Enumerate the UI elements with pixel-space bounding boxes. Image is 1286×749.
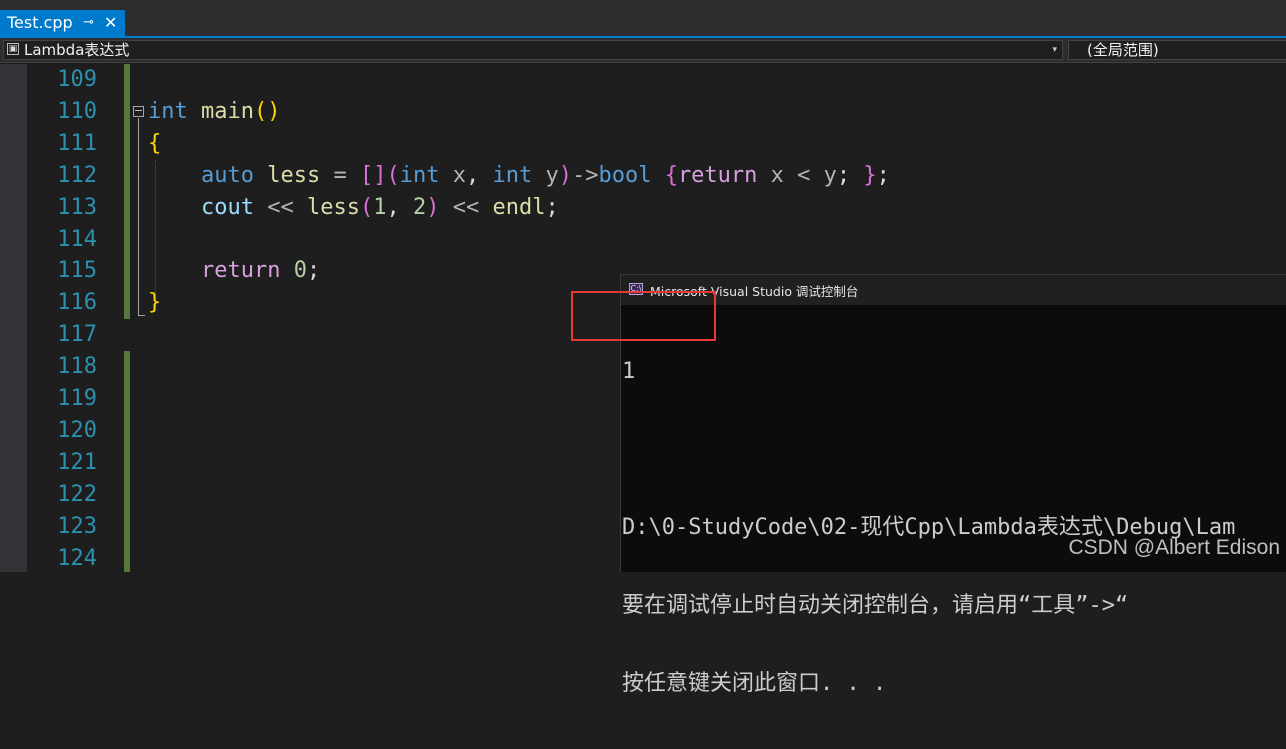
function-token: less [306, 195, 360, 220]
paren-token: ) [558, 163, 572, 188]
console-line: 要在调试停止时自动关闭控制台，请启用“工具”->“ [622, 593, 1129, 618]
console-titlebar[interactable]: C:\ Microsoft Visual Studio 调试控制台 [621, 275, 1286, 305]
line-number: 109 [57, 67, 97, 92]
tab-title: Test.cpp [7, 13, 73, 32]
keyword-token: int [399, 163, 440, 188]
pin-icon[interactable]: ⊸ [83, 10, 94, 36]
line-number: 111 [57, 131, 97, 156]
punct-token: , [386, 195, 400, 220]
control-token: return [677, 163, 758, 188]
project-scope-dropdown[interactable]: ▣ Lambda表达式 ▾ [3, 40, 1063, 60]
line-number: 115 [57, 258, 97, 283]
line-number: 121 [57, 450, 97, 475]
param-token: y [823, 163, 837, 188]
console-line: 1 [622, 359, 636, 384]
param-token: x [452, 163, 466, 188]
line-number: 116 [57, 290, 97, 315]
line-number: 123 [57, 514, 97, 539]
console-line: 按任意键关闭此窗口. . . [622, 671, 887, 696]
code-line-115[interactable]: return 0; [148, 255, 320, 287]
line-number: 114 [57, 227, 97, 252]
navigation-bar: ▣ Lambda表达式 ▾ (全局范围) [0, 38, 1286, 63]
paren-token: ( [359, 195, 374, 220]
punct-token: ; [836, 163, 851, 188]
param-token: x [770, 163, 784, 188]
code-line-111[interactable]: { [148, 128, 161, 160]
number-token: 2 [412, 195, 427, 220]
code-line-110[interactable]: int main() [148, 96, 280, 128]
number-token: 1 [373, 195, 387, 220]
line-number: 110 [57, 99, 97, 124]
control-token: return [200, 258, 281, 283]
line-number: 118 [57, 354, 97, 379]
debug-console-window[interactable]: C:\ Microsoft Visual Studio 调试控制台 1 D:\0… [620, 274, 1286, 696]
param-token: y [545, 163, 559, 188]
code-line-116[interactable]: } [148, 287, 161, 319]
brace-token: { [664, 163, 678, 188]
close-icon[interactable]: ✕ [104, 10, 117, 36]
function-token: endl [492, 195, 546, 220]
annotation-highlight-box [571, 291, 716, 341]
line-number: 119 [57, 386, 97, 411]
global-scope-dropdown[interactable]: (全局范围) [1068, 40, 1286, 60]
code-line-112[interactable]: auto less = [](int x, int y)->bool {retu… [148, 160, 890, 192]
line-number: 112 [57, 163, 97, 188]
keyword-token: bool [598, 163, 652, 188]
paren-token: ) [267, 99, 281, 124]
paren-token: ( [386, 163, 400, 188]
operator-token: -> [571, 163, 599, 188]
brace-token: } [148, 290, 162, 315]
brace-token: { [148, 131, 162, 156]
watermark: CSDN @Albert Edison [1068, 536, 1280, 559]
function-token: less [267, 163, 321, 188]
chevron-down-icon[interactable]: ▾ [1052, 41, 1057, 59]
document-tab-strip: Test.cpp ⊸ ✕ [0, 0, 1286, 38]
number-token: 0 [293, 258, 307, 283]
line-number: 124 [57, 546, 97, 571]
punct-token: , [465, 163, 480, 188]
project-scope-label: Lambda表达式 [24, 41, 130, 59]
keyword-token: auto [200, 163, 254, 188]
line-number: 113 [57, 195, 97, 220]
console-output: 1 D:\0-StudyCode\02-现代Cpp\Lambda表达式\Debu… [622, 307, 1235, 749]
operator-token: << [267, 195, 294, 220]
keyword-token: int [492, 163, 533, 188]
project-icon: ▣ [7, 43, 19, 55]
global-scope-label: (全局范围) [1087, 41, 1159, 59]
paren-token: ( [253, 99, 268, 124]
variable-token: cout [200, 195, 254, 220]
punct-token: ; [545, 195, 559, 220]
operator-token: << [452, 195, 480, 220]
paren-token: ) [426, 195, 440, 220]
punct-token: ; [306, 258, 321, 283]
line-number: 122 [57, 482, 97, 507]
operator-token: = [333, 163, 347, 188]
code-line-113[interactable]: cout << less(1, 2) << endl; [148, 192, 559, 224]
line-number: 120 [57, 418, 97, 443]
tab-test-cpp[interactable]: Test.cpp ⊸ ✕ [0, 10, 125, 36]
brace-token: } [863, 163, 877, 188]
operator-token: < [797, 163, 811, 188]
function-token: main [201, 99, 254, 124]
line-number: 117 [57, 322, 97, 347]
bracket-token: [] [359, 163, 387, 188]
keyword-token: int [148, 99, 188, 124]
punct-token: ; [876, 163, 890, 188]
